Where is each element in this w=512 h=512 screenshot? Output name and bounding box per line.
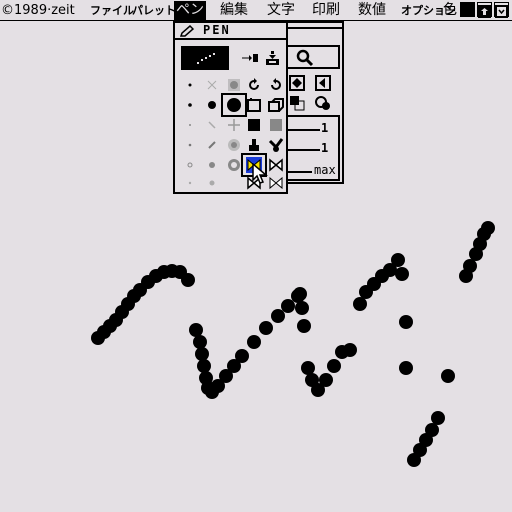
brush-preview — [181, 46, 229, 70]
brush-dot — [281, 299, 295, 313]
brush-dot — [441, 369, 455, 383]
brush-dot — [297, 319, 311, 333]
pressure-slider[interactable] — [286, 171, 312, 173]
pen-palette-titlebar[interactable]: PEN — [175, 23, 286, 40]
tool-settings-window: 1 1 max — [284, 21, 344, 184]
dot-brush-2-icon[interactable] — [179, 95, 201, 115]
rotate-brush-1-icon[interactable] — [243, 75, 265, 95]
rotate-right-tool-icon[interactable] — [312, 73, 334, 93]
dot-brush-1-icon[interactable] — [179, 75, 201, 95]
dot-brush-4-icon[interactable] — [179, 135, 201, 155]
pencil-icon — [180, 25, 194, 37]
spray-brush-1-icon[interactable] — [201, 75, 223, 95]
brush-dot — [319, 373, 333, 387]
brush-dot — [327, 359, 341, 373]
swirl-tool-icon[interactable] — [312, 93, 334, 113]
rotate-left-tool-icon[interactable] — [286, 73, 308, 93]
brush-dot — [197, 359, 211, 373]
dot-brush-6-icon[interactable] — [179, 173, 201, 193]
brush-dot — [343, 343, 357, 357]
magnifier-icon — [296, 49, 314, 67]
stroke-settings-panel: 1 1 max — [286, 115, 340, 181]
brush-dot — [425, 423, 439, 437]
pen-palette-window: PEN — [173, 21, 288, 194]
brush-dot — [235, 349, 249, 363]
shape-brush-1-icon[interactable] — [265, 75, 287, 95]
width-value: 1 — [321, 121, 329, 135]
rotate-brush-4-icon[interactable] — [243, 135, 265, 155]
dot-brush-5-icon[interactable] — [179, 155, 201, 175]
brush-dot — [301, 361, 315, 375]
dot-brush-3-icon[interactable] — [179, 115, 201, 135]
spray-brush-3-icon[interactable] — [201, 115, 223, 135]
brush-dot — [193, 335, 207, 349]
brush-dot — [189, 323, 203, 337]
brush-dot — [271, 309, 285, 323]
shape-brush-4-icon[interactable] — [265, 135, 287, 155]
brush-dot — [259, 321, 273, 335]
pattern-tool-icon[interactable] — [286, 93, 308, 113]
shape-brush-2-icon[interactable] — [265, 95, 287, 115]
brush-dot — [293, 287, 307, 301]
soft-brush-2-icon[interactable] — [221, 93, 247, 117]
brush-dot — [181, 273, 195, 287]
shape-brush-6-icon[interactable] — [265, 173, 287, 193]
brush-dot — [431, 411, 445, 425]
brush-dot — [399, 315, 413, 329]
brush-dot — [295, 301, 309, 315]
soft-brush-4-icon[interactable] — [223, 135, 245, 155]
brush-dot — [391, 253, 405, 267]
pen-output-icon[interactable] — [261, 48, 283, 68]
shape-brush-5-icon[interactable] — [265, 155, 287, 175]
brush-dot — [195, 347, 209, 361]
spray-brush-4-icon[interactable] — [201, 135, 223, 155]
brush-dot — [395, 267, 409, 281]
brush-dot — [481, 221, 495, 235]
pen-input-icon[interactable] — [239, 48, 261, 68]
spacing-slider[interactable] — [286, 149, 320, 151]
max-label: max — [314, 163, 336, 177]
width-slider[interactable] — [286, 129, 320, 131]
spray-brush-6-icon[interactable] — [201, 173, 223, 193]
soft-brush-5-icon[interactable] — [223, 155, 245, 175]
soft-brush-1-icon[interactable] — [223, 75, 245, 95]
magnify-button[interactable] — [286, 45, 340, 69]
soft-brush-3-icon[interactable] — [223, 115, 245, 135]
brush-dot — [353, 297, 367, 311]
brush-dot — [247, 335, 261, 349]
mouse-cursor-icon — [252, 163, 268, 184]
brush-dot — [463, 259, 477, 273]
shape-brush-3-icon[interactable] — [265, 115, 287, 135]
pen-palette-title: PEN — [203, 23, 231, 37]
rotate-brush-3-icon[interactable] — [243, 115, 265, 135]
brush-dot — [399, 361, 413, 375]
spray-brush-2-icon[interactable] — [201, 95, 223, 115]
spray-brush-5-icon[interactable] — [201, 155, 223, 175]
rotate-brush-2-icon[interactable] — [243, 95, 265, 115]
spacing-value: 1 — [321, 141, 329, 155]
